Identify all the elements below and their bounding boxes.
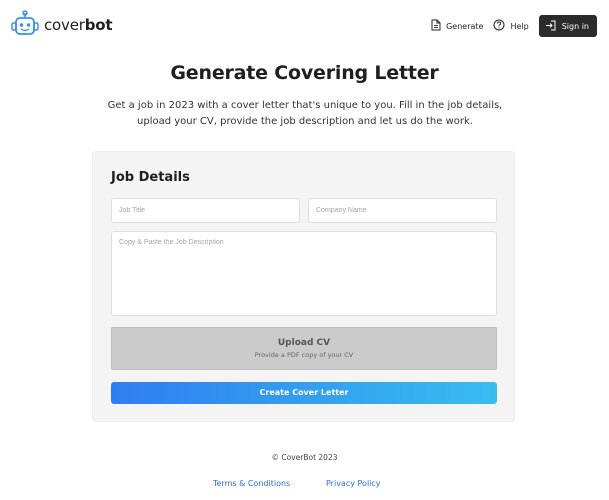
top-header: coverbot Generate Help Sign in bbox=[0, 0, 609, 50]
nav-help[interactable]: Help bbox=[493, 19, 529, 33]
subtitle-line-2: upload your CV, provide the job descript… bbox=[137, 116, 473, 127]
terms-link[interactable]: Terms & Conditions bbox=[213, 479, 290, 488]
job-details-heading: Job Details bbox=[111, 170, 190, 185]
brand-prefix: cover bbox=[44, 16, 85, 34]
subtitle-line-1: Get a job in 2023 with a cover letter th… bbox=[107, 100, 503, 111]
nav-generate-label: Generate bbox=[446, 21, 484, 31]
document-icon bbox=[431, 19, 446, 33]
signin-button[interactable]: Sign in bbox=[538, 15, 597, 37]
job-details-card: Job Details Job Title Company Name Copy … bbox=[92, 151, 515, 422]
create-cover-letter-button[interactable]: Create Cover Letter bbox=[111, 382, 497, 404]
login-icon bbox=[545, 20, 562, 33]
help-circle-icon bbox=[493, 19, 510, 33]
privacy-link[interactable]: Privacy Policy bbox=[326, 479, 381, 488]
logo[interactable]: coverbot bbox=[10, 10, 113, 40]
brand-suffix: bot bbox=[84, 16, 113, 34]
page-title: Generate Covering Letter bbox=[170, 62, 439, 84]
company-name-input[interactable]: Company Name bbox=[308, 198, 497, 223]
top-nav: Generate Help Sign in bbox=[431, 15, 597, 37]
upload-cv-hint: Provide a PDF copy of your CV bbox=[254, 351, 354, 359]
page-subtitle: Get a job in 2023 with a cover letter th… bbox=[95, 98, 515, 130]
robot-icon bbox=[10, 10, 40, 40]
copyright-text: © CoverBot 2023 bbox=[271, 453, 338, 462]
brand-name: coverbot bbox=[44, 16, 113, 34]
upload-cv-label: Upload CV bbox=[277, 338, 331, 348]
signin-label: Sign in bbox=[561, 21, 589, 31]
job-description-textarea[interactable]: Copy & Paste the Job Description bbox=[111, 231, 497, 316]
nav-help-label: Help bbox=[510, 21, 529, 31]
nav-generate[interactable]: Generate bbox=[431, 19, 483, 33]
upload-cv-button[interactable]: Upload CV Provide a PDF copy of your CV bbox=[111, 327, 497, 370]
job-title-input[interactable]: Job Title bbox=[111, 198, 300, 223]
